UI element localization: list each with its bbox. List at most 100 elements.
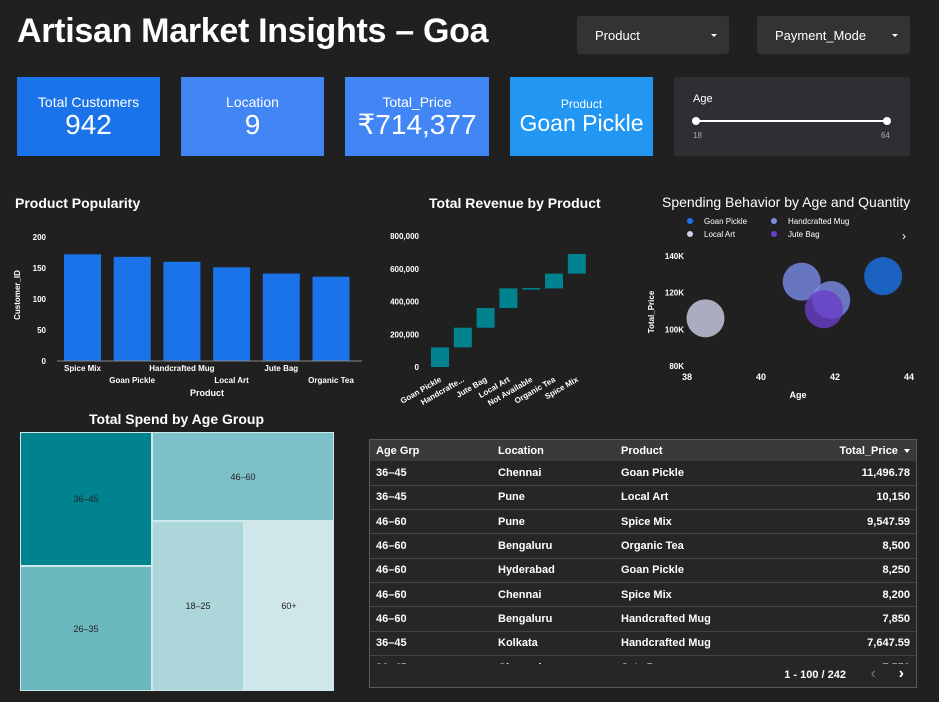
- table-row[interactable]: 46–60 Pune Spice Mix 9,547.59: [370, 509, 916, 535]
- age-slider-control: Age 18 64: [674, 77, 910, 156]
- x-tick-label: 44: [904, 372, 914, 382]
- table-cell: Chennai: [492, 582, 615, 608]
- table-row[interactable]: 36–45 Kolkata Handcrafted Mug 7,647.59: [370, 631, 916, 656]
- treemap-cell[interactable]: 36–45: [20, 432, 152, 566]
- bar[interactable]: [431, 347, 449, 367]
- bar[interactable]: [312, 276, 350, 361]
- treemap-cell[interactable]: 26–35: [20, 566, 152, 691]
- y-tick-label: 80K: [669, 362, 684, 371]
- y-axis-label: Total_Price: [647, 290, 656, 333]
- column-header-location[interactable]: Location: [492, 440, 615, 461]
- product-filter-dropdown[interactable]: Product: [577, 16, 729, 54]
- kpi-label: Total_Price: [382, 93, 452, 110]
- kpi-label: Total Customers: [37, 93, 140, 110]
- legend-marker: [771, 218, 777, 224]
- bar[interactable]: [453, 327, 472, 348]
- kpi-total-customers: Total Customers 942: [17, 77, 160, 156]
- column-header-product[interactable]: Product: [615, 440, 765, 461]
- bar[interactable]: [213, 267, 251, 361]
- table-cell: 36–45: [370, 461, 492, 486]
- x-tick-label: Organic Tea: [308, 376, 354, 385]
- column-header-age-grp[interactable]: Age Grp: [370, 440, 492, 461]
- spend-by-age-treemap: 36–45 26–35 46–60 18–25 60+: [20, 432, 334, 691]
- bar[interactable]: [567, 254, 586, 274]
- bubble-point[interactable]: [686, 299, 725, 338]
- table-cell: Bengaluru: [492, 606, 615, 632]
- bar[interactable]: [499, 288, 518, 309]
- legend-label[interactable]: Handcrafted Mug: [788, 217, 849, 226]
- table-cell: Goan Pickle: [615, 461, 765, 486]
- chevron-down-icon: [892, 33, 898, 37]
- table-cell: Kolkata: [492, 631, 615, 656]
- table-cell: Pune: [492, 509, 615, 535]
- table-cell: Spice Mix: [615, 509, 765, 535]
- bubble-point[interactable]: [864, 257, 903, 296]
- kpi-total-price: Total_Price ₹714,377: [345, 77, 489, 156]
- kpi-label: Location: [226, 93, 279, 110]
- x-tick-label: Handcrafted Mug: [149, 364, 214, 373]
- y-tick-label: 140K: [665, 252, 684, 261]
- x-axis-label: Age: [789, 390, 806, 400]
- table-cell: Goan Pickle: [615, 558, 765, 583]
- y-tick-label: 600,000: [390, 265, 419, 274]
- table-row[interactable]: 46–60 Hyderabad Goan Pickle 8,250: [370, 558, 916, 583]
- table-cell: Handcrafted Mug: [615, 606, 765, 632]
- age-slider-min-handle[interactable]: [692, 117, 700, 125]
- table-cell: 36–45: [370, 631, 492, 656]
- product-popularity-title: Product Popularity: [15, 195, 141, 211]
- table-cell: Jute Bag: [615, 655, 765, 664]
- bar[interactable]: [262, 273, 300, 361]
- page-title: Artisan Market Insights – Goa: [17, 12, 489, 50]
- product-popularity-chart: 200 150 100 50 0 Spice Mix Goan Pickle Handcra…: [13, 233, 362, 398]
- x-tick-label: Goan Pickle: [109, 376, 155, 385]
- payment-mode-filter-dropdown[interactable]: Payment_Mode: [757, 16, 910, 54]
- age-slider-min-value: 18: [693, 131, 702, 140]
- next-page-icon[interactable]: ›: [899, 665, 904, 683]
- column-header-total-price[interactable]: Total_Price: [765, 440, 916, 461]
- table-row[interactable]: 46–60 Bengaluru Organic Tea 8,500: [370, 533, 916, 559]
- pagination-text: 1 - 100 / 242: [784, 669, 846, 681]
- age-slider-track[interactable]: [696, 120, 887, 122]
- legend-marker: [771, 231, 777, 237]
- legend-label[interactable]: Local Art: [704, 230, 736, 239]
- table-row[interactable]: 36–45ChennaiJute Bag7,550: [370, 655, 916, 664]
- bar[interactable]: [545, 273, 563, 289]
- legend-label[interactable]: Jute Bag: [788, 230, 820, 239]
- table-header-row: Age Grp Location Product Total_Price: [370, 440, 916, 461]
- x-tick-label: 40: [756, 372, 766, 382]
- table-cell: 46–60: [370, 533, 492, 559]
- x-tick-label: Local Art: [214, 376, 249, 385]
- y-tick-label: 200: [33, 233, 47, 242]
- bar[interactable]: [113, 256, 151, 361]
- bar[interactable]: [64, 254, 101, 361]
- y-tick-label: 150: [33, 264, 47, 273]
- legend-label[interactable]: Goan Pickle: [704, 217, 748, 226]
- table-cell: Local Art: [615, 485, 765, 511]
- table-row[interactable]: 36–45 Chennai Goan Pickle 11,496.78: [370, 461, 916, 486]
- table-cell: 8,500: [765, 533, 916, 559]
- bar[interactable]: [522, 288, 541, 290]
- legend-next-icon[interactable]: ›: [902, 229, 906, 243]
- y-tick-label: 50: [37, 326, 46, 335]
- table-cell: Pune: [492, 485, 615, 511]
- table-row[interactable]: 36–45 Pune Local Art 10,150: [370, 485, 916, 511]
- treemap-cell[interactable]: 46–60: [152, 432, 334, 521]
- treemap-cell[interactable]: 18–25: [152, 521, 244, 691]
- table-row[interactable]: 46–60 Chennai Spice Mix 8,200: [370, 582, 916, 608]
- table-cell: Chennai: [492, 461, 615, 486]
- sort-desc-icon: [904, 448, 910, 453]
- table-cell: 8,250: [765, 558, 916, 583]
- table-row[interactable]: 46–60 Bengaluru Handcrafted Mug 7,850: [370, 606, 916, 632]
- treemap-cell[interactable]: 60+: [244, 521, 334, 691]
- previous-page-icon[interactable]: ‹: [871, 665, 876, 683]
- age-slider-max-handle[interactable]: [883, 117, 891, 125]
- legend-marker: [687, 231, 693, 237]
- table-scroll-area[interactable]: Age Grp Location Product Total_Price 36–…: [370, 440, 916, 664]
- table-cell: 7,647.59: [765, 631, 916, 656]
- kpi-value: 942: [65, 108, 112, 140]
- bar[interactable]: [476, 308, 495, 328]
- table-cell: Spice Mix: [615, 582, 765, 608]
- bubble-point[interactable]: [804, 290, 843, 329]
- bar[interactable]: [163, 261, 201, 361]
- legend-marker: [687, 218, 693, 224]
